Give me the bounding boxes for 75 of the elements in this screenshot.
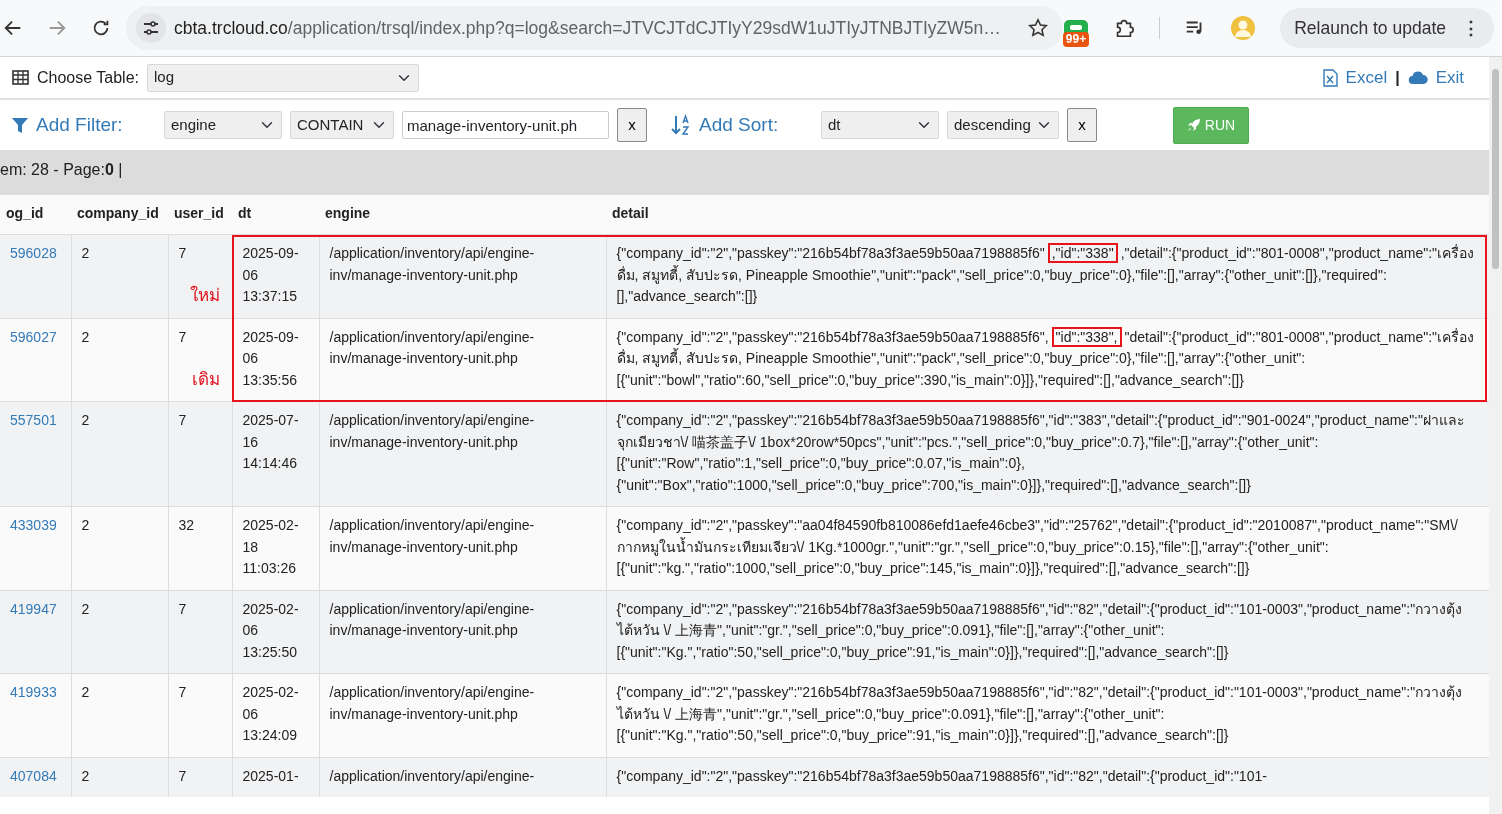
column-header[interactable]: engine [325, 205, 371, 221]
table-cell: 2025-09-06 13:37:15 [242, 245, 299, 304]
cloud-icon [1407, 70, 1428, 85]
excel-link[interactable]: Excel [1322, 64, 1388, 91]
table-cell: 2 [81, 245, 90, 261]
spreadsheet-file-icon [1322, 68, 1338, 87]
table-cell: /application/inventory/api/engine-inv/manage-inventory-unit.php [329, 600, 535, 638]
record-count-text: em: 28 - Page:0 | [0, 160, 123, 180]
table-cell: 7 [178, 245, 187, 261]
exit-link[interactable]: Exit [1407, 64, 1464, 91]
link-separator: | [1395, 67, 1400, 88]
table-select[interactable]: log [147, 63, 419, 92]
log-id-link[interactable]: 433039 [10, 517, 57, 533]
table-icon [12, 70, 29, 85]
table-cell: 7 [178, 328, 187, 345]
more-menu-icon[interactable]: ⋮ [1462, 14, 1480, 42]
scrollbar[interactable] [1489, 57, 1502, 814]
table-cell-text: {"company_id":"2","passkey":"216b54bf78a3f3ae59b50aa7198885f6", "id":"338", "detail":{"product_id":"801-0008","product_name":"เครื่องดื่ม, สมูทตี้, สับปะรด, Pineapple Smoothie","unit":"pack","sell_price":0,"buy_price":0},"file":[],"array":{"other_unit":[{"unit":"bowl","ratio":60,"sell_price":0,"buy_price":390,"is_main":0}]},"required":[],"advance_search":[]} [616, 326, 1475, 390]
choose-table-label: Choose Table: [37, 67, 139, 88]
table-cell-text: {"company_id":"2","passkey":"216b54bf78a3f3ae59b50aa7198885f6","id":"383","detail":{"product_id":"901-0024","product_name":"ฝาและจุกเมียวชา\/ 喵茶盖子\/ 1box*20row*50pcs","unit":"pcs.","sell_price":0,"buy_price":0.7},"file":[],"array":{"other_unit":[{"unit":"Row","ratio":1,"sell_price":0,"buy_price":0.07,"is_main":0},{"unit":"Box","ratio":1000,"sell_price":0,"buy_price":700,"is_main":0}]},"required":[],"advance_search":[]} [616, 411, 1466, 495]
sort-az-icon [671, 114, 691, 136]
table-cell: /application/inventory/api/engine-inv/manage-inventory-unit.php [329, 517, 535, 555]
table-cell: 2 [81, 767, 90, 784]
table-cell: 2 [81, 684, 90, 700]
star-icon[interactable] [1026, 17, 1049, 39]
table-cell: 32 [178, 517, 195, 533]
table-cell: 2 [81, 412, 90, 428]
table-cell: 2025-02-06 13:25:50 [242, 600, 299, 660]
table-cell-text: {"company_id":"2","passkey":"aa04f84590fb810086efd1aefe46cbe3","id":"25762","detail":{"product_id":"2010087","product_name":"SM\/ กากหมูในน้ำมันกระเทียมเจียว\/ 1Kg.*1000gr.","unit":"gr.","sell_price":0,"buy_price":0.15},"file":[],"array":{"other_unit":[{"unit":"kg.","ratio":1000,"sell_price":0,"buy_price":145,"is_main":0}]},"required":[],"advance_search":[]} [616, 516, 1459, 578]
log-id-link[interactable]: 419933 [10, 684, 57, 700]
scrollbar-thumb[interactable] [1492, 69, 1499, 269]
log-id-link[interactable]: 596028 [10, 245, 57, 261]
table-cell: 2025-02-18 11:03:26 [242, 517, 299, 576]
relaunch-button[interactable]: Relaunch to update ⋮ [1280, 8, 1494, 48]
table-cell-text: {"company_id":"2","passkey":"216b54bf78a3f3ae59b50aa7198885f6","id":"82","detail":{"product_id":"101-0003","product_name":"กวางตุ้งไต้หวัน \/ 上海青","unit":"gr.","sell_price":0,"buy_price":0.091},"file":[],"array":{"other_unit":[{"unit":"Kg.","ratio":50,"sell_price":0,"buy_price":91,"is_main":0}]},"required":[],"advance_search":[]} [616, 683, 1464, 745]
remove-filter-button[interactable]: x [617, 108, 647, 142]
rocket-icon [1186, 118, 1201, 132]
table-cell: /application/inventory/api/engine-inv/manage-inventory-unit.php [329, 328, 535, 366]
sort-column-select[interactable]: dt [821, 111, 939, 139]
sort-direction-select[interactable]: descending [947, 111, 1059, 139]
annotation-text: ใหม่ [189, 285, 220, 307]
table-cell: 2025-01- [242, 767, 299, 784]
table-cell-text: {"company_id":"2","passkey":"216b54bf78a3f3ae59b50aa7198885f6","id":"82","detail":{"product_id":"101- [616, 766, 1268, 786]
table-cell: 7 [178, 684, 187, 700]
table-cell-text: {"company_id":"2","passkey":"216b54bf78a3f3ae59b50aa7198885f6" ,"id":"338" ,"detail":{"product_id":"801-0008","product_name":"เครื่องดื่ม, สมูทตี้, สับปะรด, Pineapple Smoothie","unit":"pack","sell_price":0,"buy_price":0},"file":[],"array":{"other_unit":[]},"required":[],"advance_search":[]} [616, 243, 1475, 306]
table-cell: 7 [178, 767, 187, 784]
table-cell: 2 [81, 600, 90, 617]
table-cell: /application/inventory/api/engine-inv/manage-inventory-unit.php [329, 684, 535, 722]
table-cell: 7 [178, 412, 187, 428]
filter-column-select[interactable]: engine [164, 111, 282, 139]
table-cell: /application/inventory/api/engine-inv/manage-inventory-unit.php [329, 245, 535, 283]
add-filter-label[interactable]: Add Filter: [12, 110, 164, 140]
filter-value-field[interactable]: manage-inventory-unit.ph [402, 111, 609, 139]
log-id-link[interactable]: 596027 [10, 328, 57, 345]
table-cell: 2 [81, 328, 90, 345]
table-cell: 2025-09-06 13:35:56 [242, 328, 299, 388]
chat-extension-icon[interactable] [1064, 19, 1088, 33]
table-cell: 2025-07-16 14:14:46 [242, 412, 299, 471]
log-id-link[interactable]: 419947 [10, 600, 57, 617]
table-cell: /application/inventory/api/engine- [329, 767, 535, 784]
add-sort-label[interactable]: Add Sort: [671, 110, 821, 140]
column-header[interactable]: detail [612, 205, 649, 221]
table-cell: 2 [81, 517, 90, 533]
annotation-text: เดิม [191, 368, 220, 390]
table-cell: 2025-02-06 13:24:09 [242, 684, 299, 743]
filter-operator-select[interactable]: CONTAIN [290, 111, 394, 139]
column-header[interactable]: dt [238, 205, 252, 221]
remove-sort-button[interactable]: x [1067, 108, 1097, 142]
table-cell: 7 [178, 600, 187, 617]
log-id-link[interactable]: 557501 [10, 412, 57, 428]
address-bar[interactable]: cbta.trcloud.co/application/trsql/index.php?q=log&search=JTVCJTdCJTIyY29sdW1uJTIyJTNBJTIyZW5n… [126, 6, 1063, 50]
site-settings-icon[interactable] [136, 13, 166, 43]
filter-icon [12, 116, 28, 134]
table-cell-text: {"company_id":"2","passkey":"216b54bf78a3f3ae59b50aa7198885f6","id":"82","detail":{"product_id":"101-0003","product_name":"กวางตุ้งไต้หวัน \/ 上海青","unit":"gr.","sell_price":0,"buy_price":0.091},"file":[],"array":{"other_unit":[{"unit":"Kg.","ratio":50,"sell_price":0,"buy_price":91,"is_main":0}]},"required":[],"advance_search":[]} [616, 599, 1464, 662]
table-cell: /application/inventory/api/engine-inv/manage-inventory-unit.php [329, 412, 535, 450]
